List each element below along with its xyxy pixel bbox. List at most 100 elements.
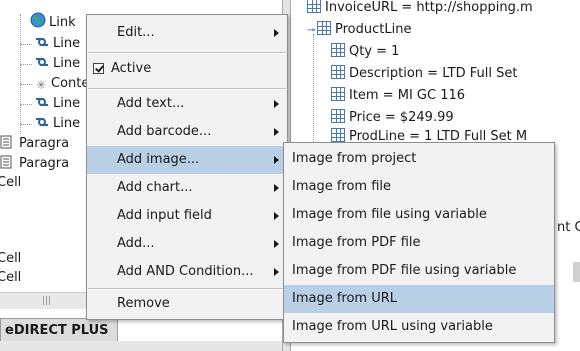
menu-item-add-input-field[interactable]: Add input field: [87, 202, 287, 230]
tree-node-label: Conte: [51, 76, 90, 91]
tree-node-productline[interactable]: ⊸ ProductLine: [307, 20, 411, 40]
tree-connector: [313, 34, 314, 144]
right-scrollbar[interactable]: [573, 262, 580, 282]
tree-node-label: Line: [53, 36, 81, 51]
link-icon: [34, 115, 50, 129]
tree-node-cell[interactable]: Cell: [0, 173, 21, 193]
context-menu: Edit... Active Add text... Add barcode..…: [86, 14, 288, 320]
tree-node-label: Cell: [0, 175, 22, 190]
submenu-arrow-icon: [274, 212, 279, 220]
tree-node-label: Line: [53, 96, 81, 111]
tree-connector: [20, 14, 21, 134]
menu-item-add[interactable]: Add...: [87, 230, 287, 258]
submenu-arrow-icon: [274, 240, 279, 248]
tree-node-label: nt C: [557, 220, 580, 235]
menu-item-add-barcode[interactable]: Add barcode...: [87, 118, 287, 146]
link-icon: [34, 35, 50, 49]
menu-item-label: Active: [111, 61, 152, 76]
tree-node-label: InvoiceURL = http://shopping.m: [325, 0, 533, 15]
submenu-item-label: Image from PDF file using variable: [292, 263, 517, 278]
menu-item-label: Add input field: [117, 208, 212, 223]
menu-item-add-image[interactable]: Add image...: [87, 146, 287, 174]
menu-item-label: Add barcode...: [117, 124, 212, 139]
tab-edirect-plus[interactable]: eDIRECT PLUS: [0, 318, 118, 342]
tree-node-label: Qty = 1: [349, 44, 400, 59]
grid-icon: [331, 65, 345, 79]
tree-connector: [20, 104, 32, 105]
submenu-item-image-from-file[interactable]: Image from file: [284, 173, 554, 201]
checkbox-checked-icon: [93, 63, 104, 74]
submenu-item-label: Image from PDF file: [292, 235, 421, 250]
grid-icon: [317, 21, 331, 35]
tree-node-qty[interactable]: Qty = 1: [331, 42, 399, 62]
submenu-item-label: Image from project: [292, 151, 417, 166]
grid-icon: [331, 109, 345, 123]
tree-node-paragraph[interactable]: Paragra: [0, 154, 69, 174]
submenu-arrow-icon: [274, 128, 279, 136]
menu-item-add-and-condition[interactable]: Add AND Condition...: [87, 258, 287, 286]
menu-item-add-text[interactable]: Add text...: [87, 90, 287, 118]
document-icon: [0, 135, 16, 149]
menu-item-label: Remove: [117, 296, 170, 311]
globe-icon: [30, 12, 46, 28]
submenu-item-image-from-pdf[interactable]: Image from PDF file: [284, 229, 554, 257]
tree-node-label: Cell: [0, 251, 22, 266]
tree-node-content[interactable]: ✳ Conte: [34, 74, 89, 94]
menu-item-remove[interactable]: Remove: [87, 290, 287, 318]
submenu-item-image-from-project[interactable]: Image from project: [284, 145, 554, 173]
tree-node-description[interactable]: Description = LTD Full Set: [331, 64, 517, 84]
tree-node-label: Line: [53, 116, 81, 131]
tree-node-invoiceurl[interactable]: InvoiceURL = http://shopping.m: [307, 0, 533, 18]
tree-connector: [20, 44, 32, 45]
menu-item-active[interactable]: Active: [87, 55, 287, 83]
tree-node-line[interactable]: Line: [34, 114, 80, 134]
submenu-arrow-icon: [274, 156, 279, 164]
submenu-item-image-from-url-variable[interactable]: Image from URL using variable: [284, 313, 554, 341]
submenu-arrow-icon: [274, 184, 279, 192]
scroll-grip-icon[interactable]: |||: [42, 296, 52, 306]
link-icon: [34, 55, 50, 69]
grid-icon: [331, 43, 345, 57]
tree-node-paragraph[interactable]: Paragra: [0, 134, 69, 154]
asterisk-icon: ✳: [35, 78, 47, 92]
submenu-arrow-icon: [274, 29, 279, 37]
menu-item-label: Add AND Condition...: [117, 264, 254, 279]
horizontal-scrollbar[interactable]: |||: [0, 292, 94, 309]
tree-node-item[interactable]: Item = MI GC 116: [331, 86, 465, 106]
tree-node-line[interactable]: Line: [34, 94, 80, 114]
menu-separator: [88, 52, 286, 54]
tree-node-line[interactable]: Line: [34, 54, 80, 74]
tree-node-link[interactable]: Link: [30, 12, 76, 32]
tree-node-line[interactable]: Line: [34, 34, 80, 54]
menu-item-edit[interactable]: Edit...: [87, 19, 287, 47]
menu-item-label: Add text...: [117, 96, 185, 111]
tree-node-clipped[interactable]: nt C: [557, 218, 580, 238]
tree-node-label: Description = LTD Full Set: [349, 66, 518, 81]
menu-item-label: Add...: [117, 236, 155, 251]
grid-icon: [331, 87, 345, 101]
tree-node-cell[interactable]: Cell: [0, 268, 21, 288]
submenu-item-label: Image from file using variable: [292, 207, 487, 222]
tree-node-label: Link: [49, 15, 76, 30]
tree-connector: [20, 84, 32, 85]
tree-node-label: Item = MI GC 116: [349, 88, 466, 103]
menu-item-label: Edit...: [117, 25, 155, 40]
tree-node-label: Line: [53, 56, 81, 71]
submenu-item-label: Image from URL: [292, 291, 398, 306]
submenu-item-label: Image from URL using variable: [292, 319, 493, 334]
tree-node-price[interactable]: Price = $249.99: [331, 108, 454, 128]
submenu-item-image-from-file-variable[interactable]: Image from file using variable: [284, 201, 554, 229]
tree-connector: [20, 64, 32, 65]
link-icon: [34, 95, 50, 109]
submenu-item-image-from-pdf-variable[interactable]: Image from PDF file using variable: [284, 257, 554, 285]
tree-node-label: ProductLine: [335, 22, 412, 37]
submenu-item-label: Image from file: [292, 179, 392, 194]
tree-connector: [20, 124, 32, 125]
tree-node-label: Paragra: [19, 156, 70, 171]
submenu-arrow-icon: [274, 268, 279, 276]
expand-toggle-icon[interactable]: ⊸: [307, 21, 317, 41]
submenu-arrow-icon: [274, 100, 279, 108]
tree-node-cell[interactable]: Cell: [0, 249, 21, 269]
menu-item-add-chart[interactable]: Add chart...: [87, 174, 287, 202]
submenu-item-image-from-url[interactable]: Image from URL: [284, 285, 554, 313]
